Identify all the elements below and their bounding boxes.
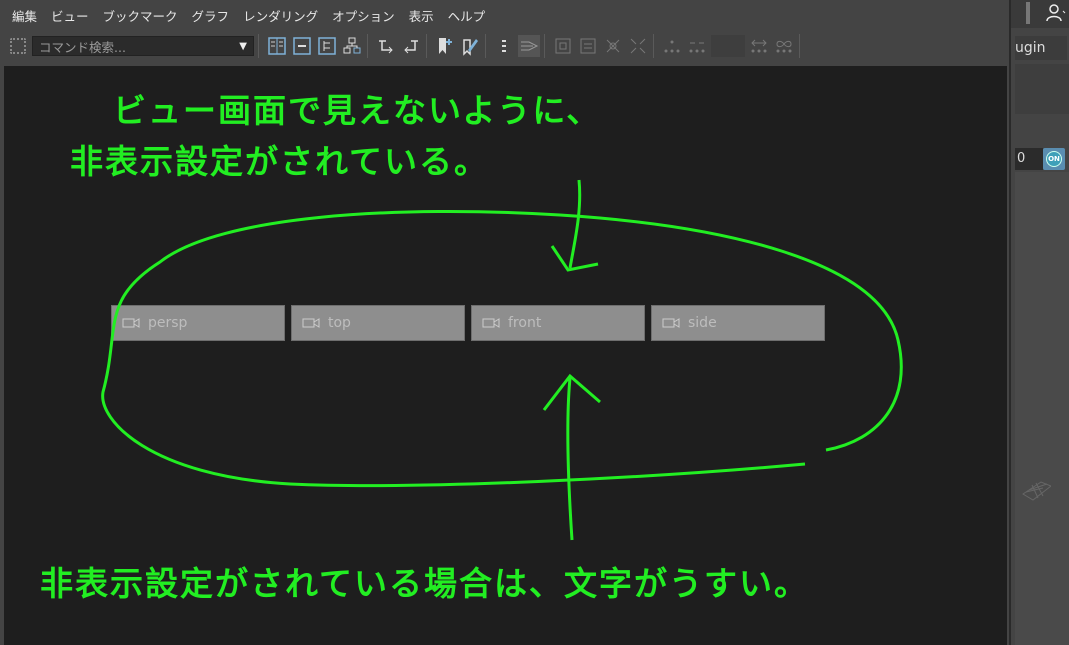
camera-top[interactable]: top bbox=[291, 305, 465, 341]
right-side-panel: ugin 0 ON bbox=[1011, 0, 1069, 645]
toolbar-separator bbox=[485, 34, 486, 58]
connect-icon[interactable] bbox=[686, 35, 708, 57]
camera-label: side bbox=[688, 315, 717, 331]
camera-icon bbox=[122, 318, 140, 328]
annotation-line-1: ビュー画面で見えないように、 bbox=[113, 91, 602, 130]
toolbar-separator bbox=[367, 34, 368, 58]
camera-side[interactable]: side bbox=[651, 305, 825, 341]
annotation-line-2: 非表示設定がされている。 bbox=[70, 142, 490, 181]
annotation-line-3: 非表示設定がされている場合は、文字がうすい。 bbox=[40, 564, 810, 603]
list-icon[interactable] bbox=[493, 35, 515, 57]
frame-selection-icon[interactable] bbox=[552, 35, 574, 57]
toolbar-separator bbox=[653, 34, 654, 58]
camera-persp[interactable]: persp bbox=[111, 305, 285, 341]
menu-options[interactable]: オプション bbox=[326, 6, 403, 25]
grid-icon bbox=[1022, 481, 1051, 501]
toolbar-separator bbox=[544, 34, 545, 58]
command-search-field[interactable]: コマンド検索... ▼ bbox=[32, 36, 254, 56]
isolate-icon[interactable] bbox=[602, 35, 624, 57]
camera-icon bbox=[302, 318, 320, 328]
side-viewport bbox=[1015, 172, 1069, 645]
side-slider-handle[interactable] bbox=[1026, 2, 1030, 24]
camera-label: front bbox=[508, 315, 542, 331]
camera-front[interactable]: front bbox=[471, 305, 645, 341]
plugin-label[interactable]: ugin bbox=[1015, 40, 1046, 56]
side-box bbox=[1015, 64, 1069, 114]
camera-icon bbox=[662, 318, 680, 328]
menu-edit[interactable]: 編集 bbox=[0, 6, 45, 25]
frame-all-icon[interactable] bbox=[577, 35, 599, 57]
command-search-placeholder: コマンド検索... bbox=[39, 39, 126, 55]
toolbar: コマンド検索... ▼ bbox=[0, 30, 1011, 62]
edit-bookmark-icon[interactable] bbox=[459, 35, 481, 57]
camera-label: top bbox=[328, 315, 351, 331]
input-connections-icon[interactable] bbox=[375, 35, 397, 57]
outliner-layout-icon[interactable] bbox=[266, 35, 288, 57]
menu-display[interactable]: 表示 bbox=[403, 6, 442, 25]
outliner-window: 編集 ビュー ブックマーク グラフ レンダリング オプション 表示 ヘルプ コマ… bbox=[0, 0, 1011, 645]
menu-graph[interactable]: グラフ bbox=[186, 6, 238, 25]
menu-rendering[interactable]: レンダリング bbox=[237, 6, 326, 25]
menu-view[interactable]: ビュー bbox=[45, 6, 97, 25]
toolbar-separator bbox=[799, 34, 800, 58]
dropdown-arrow-icon[interactable]: ▼ bbox=[239, 41, 247, 52]
hierarchy-icon[interactable] bbox=[341, 35, 363, 57]
on-toggle-label: ON bbox=[1046, 151, 1062, 167]
number-field[interactable]: 0 bbox=[1015, 148, 1043, 170]
camera-icon bbox=[482, 318, 500, 328]
menu-bar: 編集 ビュー ブックマーク グラフ レンダリング オプション 表示 ヘルプ bbox=[0, 4, 1011, 26]
collapse-icon[interactable] bbox=[291, 35, 313, 57]
swap-icon[interactable] bbox=[748, 35, 770, 57]
isolate-clear-icon[interactable] bbox=[627, 35, 649, 57]
infinity-icon[interactable] bbox=[773, 35, 795, 57]
camera-label: persp bbox=[148, 315, 188, 331]
spacer-icon bbox=[711, 35, 745, 57]
add-bookmark-icon[interactable] bbox=[434, 35, 456, 57]
toolbar-separator bbox=[426, 34, 427, 58]
expand-icon[interactable] bbox=[316, 35, 338, 57]
menu-help[interactable]: ヘルプ bbox=[442, 6, 494, 25]
toolbar-grip-icon[interactable] bbox=[10, 38, 26, 54]
toolbar-separator bbox=[258, 34, 259, 58]
user-icon[interactable] bbox=[1045, 2, 1067, 24]
menu-bookmark[interactable]: ブックマーク bbox=[97, 6, 186, 25]
output-connections-icon[interactable] bbox=[400, 35, 422, 57]
on-toggle-button[interactable]: ON bbox=[1043, 148, 1065, 170]
stack-icon[interactable] bbox=[518, 35, 540, 57]
graph-options-icon[interactable] bbox=[661, 35, 683, 57]
camera-list: persp top front side bbox=[111, 305, 825, 341]
